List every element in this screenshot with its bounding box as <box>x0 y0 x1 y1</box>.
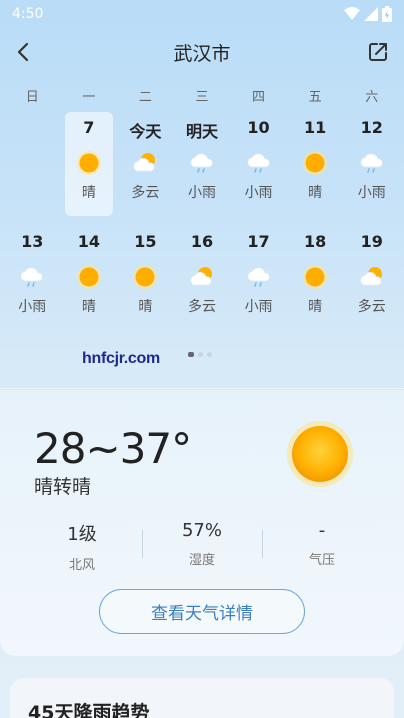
day-date: 今天 <box>129 122 162 141</box>
light-rain-icon <box>246 150 272 176</box>
calendar-day[interactable]: 7晴 <box>61 112 118 216</box>
weekday-header: 日 一 二 三 四 五 六 <box>4 86 400 105</box>
sun-icon <box>302 150 328 176</box>
rain-trend-title: 45天降雨趋势 <box>28 702 150 718</box>
header: 武汉市 <box>0 30 404 74</box>
sun-icon <box>132 264 158 290</box>
sun-icon <box>76 150 102 176</box>
status-time: 4:50 <box>12 6 44 22</box>
calendar-day[interactable]: 19 多云 <box>343 226 400 330</box>
day-date: 19 <box>360 232 383 251</box>
calendar-row: 13 小雨 14 晴 15 晴 16 多云 17 小雨 18 晴 19 多云 <box>4 226 400 330</box>
partly-cloudy-icon <box>359 264 385 290</box>
day-condition: 晴 <box>81 185 96 201</box>
page-indicator <box>188 352 212 357</box>
calendar-day[interactable]: 10 小雨 <box>230 112 287 216</box>
stat-label: 气压 <box>308 553 335 568</box>
calendar-day[interactable]: 16 多云 <box>174 226 231 330</box>
status-bar: 4:50 <box>0 0 404 28</box>
day-date: 10 <box>247 118 270 137</box>
calendar-day-empty <box>4 112 61 216</box>
day-date: 14 <box>77 232 100 251</box>
stat-label: 湿度 <box>188 553 215 568</box>
day-condition: 小雨 <box>18 299 47 315</box>
page-title: 武汉市 <box>173 42 231 65</box>
day-condition: 晴 <box>308 299 323 315</box>
stat-humidity: 57% 湿度 <box>142 520 262 573</box>
light-rain-icon <box>246 264 272 290</box>
stat-wind: 1级 北风 <box>22 520 142 573</box>
weekday-label: 二 <box>138 90 152 105</box>
stat-value: - <box>318 520 326 541</box>
calendar-day[interactable]: 13 小雨 <box>4 226 61 330</box>
day-date: 12 <box>360 118 383 137</box>
weekday-label: 五 <box>308 90 322 105</box>
calendar-day[interactable]: 11 晴 <box>287 112 344 216</box>
stat-label: 北风 <box>68 558 95 573</box>
day-condition: 小雨 <box>244 299 273 315</box>
day-date: 明天 <box>185 122 218 141</box>
day-condition: 多云 <box>357 299 386 315</box>
weekday-label: 三 <box>195 90 209 105</box>
wifi-icon <box>344 7 360 20</box>
day-date: 13 <box>21 232 44 251</box>
calendar-row: 7 晴今天 多云 明天 小雨 10 小雨 11 晴 12 小雨 <box>4 112 400 216</box>
battery-icon <box>382 6 392 22</box>
day-condition: 小雨 <box>357 185 386 201</box>
page-dot <box>207 352 212 357</box>
calendar-day[interactable]: 18 晴 <box>287 226 344 330</box>
day-date: 18 <box>304 232 327 251</box>
day-condition: 晴 <box>308 185 323 201</box>
day-date: 16 <box>190 232 214 251</box>
day-date: 17 <box>247 232 270 251</box>
stat-pressure: - 气压 <box>262 520 382 573</box>
day-condition: 多云 <box>187 299 216 315</box>
page-dot-active <box>188 352 194 357</box>
back-arrow-icon[interactable] <box>12 40 36 64</box>
watermark: hnfcjr.com <box>82 350 160 367</box>
weekday-label: 一 <box>82 90 96 105</box>
divider <box>0 388 404 389</box>
weekday-label: 四 <box>252 90 266 105</box>
calendar-day[interactable]: 今天 多云 <box>117 112 174 216</box>
signal-icon <box>364 7 378 21</box>
weather-stats: 1级 北风 57% 湿度 - 气压 <box>22 520 382 573</box>
sun-icon <box>76 264 102 290</box>
calendar-day[interactable]: 12 小雨 <box>343 112 400 216</box>
day-condition: 小雨 <box>187 185 216 201</box>
day-date: 7 <box>83 118 95 137</box>
temperature-range: 28~37° <box>34 424 192 473</box>
day-condition: 晴 <box>138 299 153 315</box>
day-condition: 晴 <box>81 299 96 315</box>
stat-value: 1级 <box>67 524 97 545</box>
calendar-day[interactable]: 15 晴 <box>117 226 174 330</box>
calendar-day[interactable]: 14 晴 <box>61 226 118 330</box>
share-icon[interactable] <box>366 40 390 64</box>
light-rain-icon <box>19 264 45 290</box>
calendar-day[interactable]: 明天 小雨 <box>174 112 231 216</box>
weekday-label: 六 <box>365 90 379 105</box>
calendar-day[interactable]: 17 小雨 <box>230 226 287 330</box>
sun-icon <box>302 264 328 290</box>
light-rain-icon <box>359 150 385 176</box>
day-date: 11 <box>304 118 327 137</box>
light-rain-icon <box>189 150 215 176</box>
day-condition: 多云 <box>131 185 160 201</box>
sun-icon <box>287 421 353 487</box>
partly-cloudy-icon <box>189 264 215 290</box>
partly-cloudy-icon <box>132 150 158 176</box>
day-condition: 小雨 <box>244 185 273 201</box>
weather-description: 晴转晴 <box>34 476 92 498</box>
weekday-label: 日 <box>25 90 39 105</box>
day-date: 15 <box>134 232 157 251</box>
page-dot <box>198 352 203 357</box>
status-icons <box>344 6 392 22</box>
stat-value: 57% <box>181 520 222 541</box>
weather-details-button[interactable]: 查看天气详情 <box>99 589 305 634</box>
